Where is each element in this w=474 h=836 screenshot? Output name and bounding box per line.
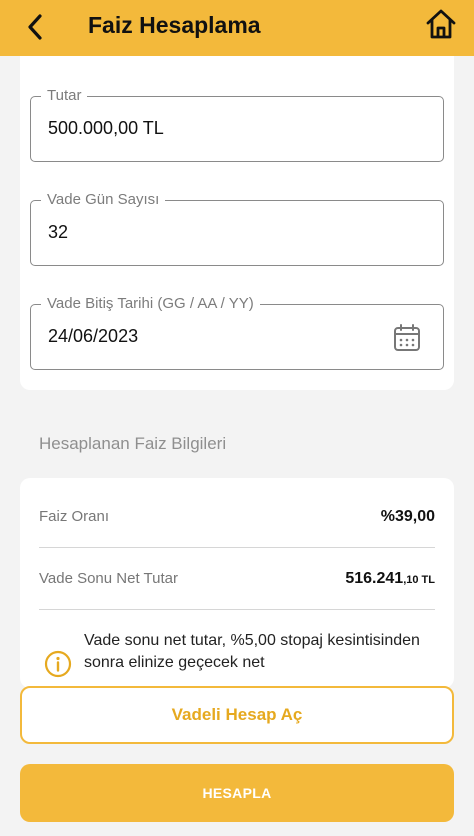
results-section-title: Hesaplanan Faiz Bilgileri: [39, 434, 227, 453]
rate-value: %39,00: [380, 508, 435, 525]
rate-row: Faiz Oranı %39,00: [39, 478, 435, 540]
net-amount-value: 516.241,10 TL: [345, 570, 435, 588]
net-amount-row: Vade Sonu Net Tutar 516.241,10 TL: [39, 540, 435, 602]
end-date-value[interactable]: 24/06/2023: [48, 326, 138, 347]
calculate-button[interactable]: HESAPLA: [20, 764, 454, 822]
net-amount-fraction: ,10 TL: [403, 574, 435, 586]
rate-label: Faiz Oranı: [39, 508, 110, 525]
divider: [39, 609, 435, 610]
end-date-label: Vade Bitiş Tarihi (GG / AA / YY): [41, 295, 260, 312]
chevron-left-icon[interactable]: [20, 10, 54, 44]
open-term-account-button[interactable]: Vadeli Hesap Aç: [20, 686, 454, 744]
days-value[interactable]: 32: [48, 222, 68, 243]
results-card: Faiz Oranı %39,00 Vade Sonu Net Tutar 51…: [20, 478, 454, 688]
page-title: Faiz Hesaplama: [88, 12, 261, 38]
info-icon: [44, 650, 72, 678]
net-amount-label: Vade Sonu Net Tutar: [39, 570, 178, 587]
form-card: Tutar 500.000,00 TL Vade Gün Sayısı 32 V…: [20, 56, 454, 390]
home-icon[interactable]: [424, 7, 458, 41]
note-text: Vade sonu net tutar, %5,00 stopaj kesint…: [84, 632, 420, 671]
amount-label: Tutar: [41, 87, 88, 104]
calendar-icon[interactable]: [393, 323, 421, 353]
days-label: Vade Gün Sayısı: [41, 191, 166, 208]
app-header: Faiz Hesaplama: [0, 0, 474, 56]
amount-field[interactable]: Tutar 500.000,00 TL: [30, 87, 444, 162]
days-field[interactable]: Vade Gün Sayısı 32: [30, 191, 444, 266]
net-amount-main: 516.241: [345, 570, 404, 587]
amount-value[interactable]: 500.000,00 TL: [48, 118, 164, 139]
end-date-field[interactable]: Vade Bitiş Tarihi (GG / AA / YY) 24/06/2…: [30, 295, 444, 370]
